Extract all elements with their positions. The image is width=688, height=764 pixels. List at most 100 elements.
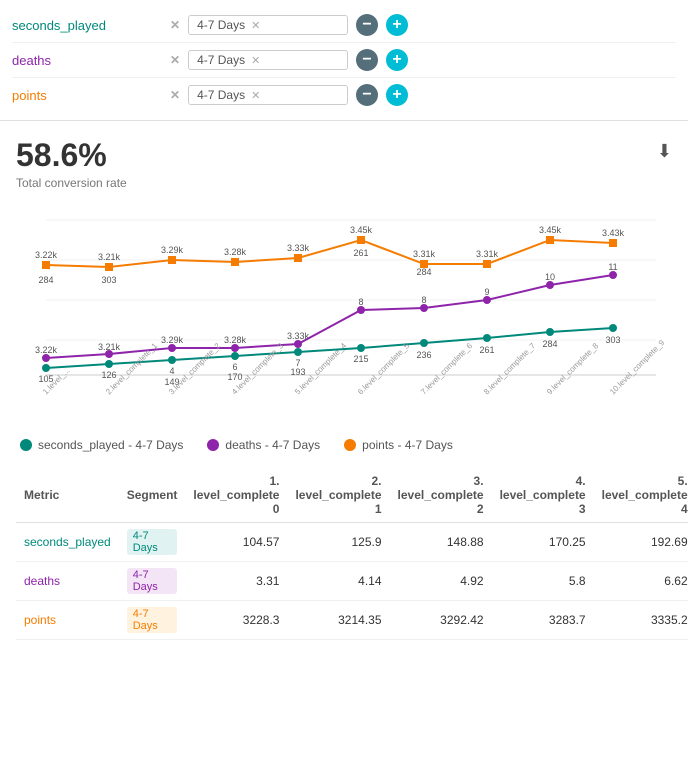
filter-label-points: points <box>12 88 162 103</box>
table-row: points 4-7 Days 3228.3 3214.35 3292.42 3… <box>16 601 688 640</box>
col-metric: Metric <box>16 468 119 523</box>
val-s-2: 148.88 <box>390 523 492 562</box>
legend-dot-seconds <box>20 439 32 451</box>
svg-text:3.22k: 3.22k <box>35 250 58 260</box>
chart-container: 3.22k 3.21k 3.29k 3.28k 3.33k 3.45k 3.31… <box>16 210 666 430</box>
svg-text:3.21k: 3.21k <box>98 252 121 262</box>
metric-seconds[interactable]: seconds_played <box>16 523 119 562</box>
filter-section: seconds_played ✕ 4-7 Days ✕ − + deaths ✕… <box>0 0 688 121</box>
svg-text:3.33k: 3.33k <box>287 243 310 253</box>
svg-text:10: 10 <box>545 272 555 282</box>
svg-text:8: 8 <box>358 297 363 307</box>
table-row: deaths 4-7 Days 3.31 4.14 4.92 5.8 6.62 … <box>16 562 688 601</box>
filter-remove-points[interactable]: ✕ <box>170 88 180 102</box>
filter-remove-seconds[interactable]: ✕ <box>170 18 180 32</box>
table-header-row: Metric Segment 1.level_complete0 2.level… <box>16 468 688 523</box>
svg-text:3.21k: 3.21k <box>98 342 121 352</box>
minus-button-deaths[interactable]: − <box>356 49 378 71</box>
filter-tag-remove-deaths[interactable]: ✕ <box>251 54 260 67</box>
svg-text:10.level_complete_9: 10.level_complete_9 <box>608 338 666 397</box>
val-s-4: 192.69 <box>594 523 688 562</box>
plus-button-points[interactable]: + <box>386 84 408 106</box>
legend-dot-deaths <box>207 439 219 451</box>
filter-label-deaths: deaths <box>12 53 162 68</box>
svg-text:3.43k: 3.43k <box>602 228 625 238</box>
val-s-0: 104.57 <box>185 523 287 562</box>
col-lc3: 4.level_complete3 <box>492 468 594 523</box>
svg-text:9.level_complete_8: 9.level_complete_8 <box>545 341 600 396</box>
svg-text:3.31k: 3.31k <box>413 249 436 259</box>
val-p-3: 3283.7 <box>492 601 594 640</box>
svg-text:3.33k: 3.33k <box>287 331 310 341</box>
col-lc2: 3.level_complete2 <box>390 468 492 523</box>
svg-text:9: 9 <box>484 287 489 297</box>
filter-tag-deaths: 4-7 Days ✕ <box>188 50 348 70</box>
svg-text:193: 193 <box>290 367 305 377</box>
svg-text:215: 215 <box>353 354 368 364</box>
legend-dot-points <box>344 439 356 451</box>
plus-button-deaths[interactable]: + <box>386 49 408 71</box>
val-d-2: 4.92 <box>390 562 492 601</box>
filter-label-seconds: seconds_played <box>12 18 162 33</box>
svg-text:3.29k: 3.29k <box>161 245 184 255</box>
val-p-0: 3228.3 <box>185 601 287 640</box>
filter-row-points: points ✕ 4-7 Days ✕ − + <box>12 78 676 112</box>
col-lc1: 2.level_complete1 <box>287 468 389 523</box>
svg-text:8: 8 <box>421 295 426 305</box>
data-table: Metric Segment 1.level_complete0 2.level… <box>16 468 688 640</box>
val-s-1: 125.9 <box>287 523 389 562</box>
metric-points[interactable]: points <box>16 601 119 640</box>
minus-button-points[interactable]: − <box>356 84 378 106</box>
filter-tag-label-seconds: 4-7 Days <box>197 18 245 32</box>
val-d-0: 3.31 <box>185 562 287 601</box>
filter-tag-seconds: 4-7 Days ✕ <box>188 15 348 35</box>
filter-tag-points: 4-7 Days ✕ <box>188 85 348 105</box>
svg-text:284: 284 <box>416 267 431 277</box>
chart-legend: seconds_played - 4-7 Days deaths - 4-7 D… <box>16 438 672 452</box>
metric-deaths[interactable]: deaths <box>16 562 119 601</box>
val-p-1: 3214.35 <box>287 601 389 640</box>
main-content: 58.6% Total conversion rate ⬇ <box>0 121 688 656</box>
download-button[interactable]: ⬇ <box>657 141 672 162</box>
col-lc0: 1.level_complete0 <box>185 468 287 523</box>
conversion-info: 58.6% Total conversion rate <box>16 137 657 190</box>
filter-row-seconds: seconds_played ✕ 4-7 Days ✕ − + <box>12 8 676 43</box>
segment-deaths: 4-7 Days <box>119 562 186 601</box>
conversion-rate: 58.6% <box>16 137 657 174</box>
legend-label-seconds: seconds_played - 4-7 Days <box>38 438 183 452</box>
svg-text:261: 261 <box>353 248 368 258</box>
filter-tag-remove-points[interactable]: ✕ <box>251 89 260 102</box>
svg-text:236: 236 <box>416 350 431 360</box>
minus-button-seconds[interactable]: − <box>356 14 378 36</box>
legend-item-points: points - 4-7 Days <box>344 438 453 452</box>
filter-remove-deaths[interactable]: ✕ <box>170 53 180 67</box>
plus-button-seconds[interactable]: + <box>386 14 408 36</box>
svg-text:3.28k: 3.28k <box>224 247 247 257</box>
table-row: seconds_played 4-7 Days 104.57 125.9 148… <box>16 523 688 562</box>
svg-text:284: 284 <box>38 275 53 285</box>
svg-text:3.22k: 3.22k <box>35 345 58 355</box>
svg-text:3.45k: 3.45k <box>539 225 562 235</box>
svg-text:3.31k: 3.31k <box>476 249 499 259</box>
svg-text:284: 284 <box>542 339 557 349</box>
val-d-1: 4.14 <box>287 562 389 601</box>
svg-text:261: 261 <box>479 345 494 355</box>
legend-item-seconds: seconds_played - 4-7 Days <box>20 438 183 452</box>
segment-points: 4-7 Days <box>119 601 186 640</box>
svg-text:303: 303 <box>101 275 116 285</box>
val-d-4: 6.62 <box>594 562 688 601</box>
col-lc4: 5.level_complete4 <box>594 468 688 523</box>
legend-label-deaths: deaths - 4-7 Days <box>225 438 320 452</box>
svg-text:3.28k: 3.28k <box>224 335 247 345</box>
svg-text:4: 4 <box>169 366 174 376</box>
svg-text:3.29k: 3.29k <box>161 335 184 345</box>
segment-seconds: 4-7 Days <box>119 523 186 562</box>
filter-tag-remove-seconds[interactable]: ✕ <box>251 19 260 32</box>
chart-svg: 3.22k 3.21k 3.29k 3.28k 3.33k 3.45k 3.31… <box>16 210 666 430</box>
val-d-3: 5.8 <box>492 562 594 601</box>
filter-tag-label-deaths: 4-7 Days <box>197 53 245 67</box>
val-s-3: 170.25 <box>492 523 594 562</box>
svg-text:6: 6 <box>232 362 237 372</box>
filter-tag-label-points: 4-7 Days <box>197 88 245 102</box>
svg-text:3.45k: 3.45k <box>350 225 373 235</box>
